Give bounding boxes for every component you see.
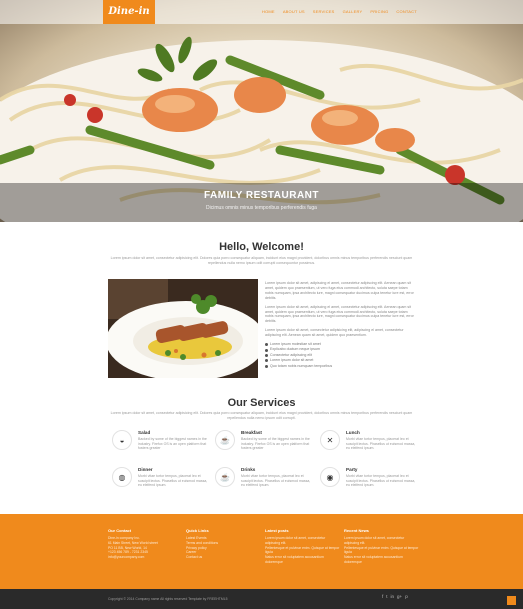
nav-gallery[interactable]: GALLERY [343,9,363,14]
welcome-text: Lorem ipsum dolor sit amet, adipiscing e… [265,281,415,369]
bullet-icon [265,343,268,347]
pinterest-icon[interactable]: p [405,594,408,599]
footer-latest-posts: Latest posts Lorem ipsum dolor sit amet,… [265,528,341,565]
footer-link[interactable]: Contact us [186,555,262,560]
welcome-paragraph: Lorem ipsum dolor sit amet, consectetur … [265,328,404,338]
social-links: f t in g+ p [382,594,408,599]
footer-recent-news: Recent News Lorem ipsum dolor sit amet, … [344,528,420,565]
footer-post[interactable]: Lorem ipsum dolor sit amet, consectetur … [265,536,341,546]
plate-icon: ◍ [112,467,132,487]
footer-post[interactable]: Lorem ipsum dolor sit amet, consectetur … [344,536,420,546]
facebook-icon[interactable]: f [382,594,383,599]
footer-quick-links: Quick Links Latest Events Terms and cond… [186,528,262,560]
footer-post[interactable]: Pellentesque et pulvinar enim. Quisque a… [265,546,341,556]
welcome-paragraph: Lorem ipsum dolor sit amet, adipiscing e… [265,304,414,324]
bullet-icon [265,348,268,352]
main-nav: HOME ABOUT US SERVICES GALLERY PRICING C… [262,9,417,14]
dish-image [108,279,258,378]
bowl-icon: ◒ [112,430,132,450]
bullet-icon [265,364,268,368]
back-to-top-button[interactable] [507,596,516,605]
bottom-bar [0,589,523,609]
services-intro: Lorem ipsum dolor sit amet, consectetur … [110,411,413,420]
welcome-list: Lorem ipsum molestiae sit amet Explicabo… [265,342,415,369]
hero-subtitle: Dicimus omnis minus temporibus perferend… [206,205,317,211]
service-lunch: ✕ Lunch Morbi vitae tortor tempus, place… [320,430,418,470]
copyright: Copyright © 2014 Company name All rights… [108,597,228,601]
list-item: Quo totam nobis numquam temporibus [265,364,415,369]
welcome-intro: Lorem ipsum dolor sit amet, consectetur … [110,256,413,265]
cutlery-icon: ✕ [320,430,340,450]
logo[interactable]: Dine-in [103,0,155,24]
service-drinks: ☕ Drinks Morbi vitae tortor tempus, plac… [215,467,313,507]
cake-icon: ◉ [320,467,340,487]
footer-post[interactable]: Natus error sit voluptatem accusantium d… [265,555,341,565]
nav-services[interactable]: SERVICES [313,9,335,14]
welcome-paragraph: Lorem ipsum dolor sit amet, adipiscing e… [265,281,414,300]
service-breakfast: ☕ Breakfast Backed by some of the bigges… [215,430,313,470]
nav-home[interactable]: HOME [262,9,275,14]
welcome-title: Hello, Welcome! [219,241,304,253]
hero-title: FAMILY RESTAURANT [204,190,319,201]
footer-post[interactable]: Pellentesque et pulvinar enim. Quisque a… [344,546,420,556]
footer-post[interactable]: Natus error sit voluptatem accusantium d… [344,555,420,565]
bullet-icon [265,354,268,358]
services-title: Our Services [227,397,296,409]
service-salad: ◒ Salad Backed by some of the biggest na… [112,430,210,470]
service-dinner: ◍ Dinner Morbi vitae tortor tempus, plac… [112,467,210,507]
bullet-icon [265,359,268,363]
nav-pricing[interactable]: PRICING [370,9,388,14]
hero-caption-band [0,183,523,222]
twitter-icon[interactable]: t [386,594,387,599]
nav-contact[interactable]: CONTACT [396,9,416,14]
google-plus-icon[interactable]: g+ [397,594,402,599]
linkedin-icon[interactable]: in [391,594,395,599]
cup-icon: ☕ [215,467,235,487]
footer-contact: Our Contact Dine-in company Inc. 61 Main… [108,528,158,560]
coffee-icon: ☕ [215,430,235,450]
service-party: ◉ Party Morbi vitae tortor tempus, place… [320,467,418,507]
nav-about[interactable]: ABOUT US [283,9,305,14]
